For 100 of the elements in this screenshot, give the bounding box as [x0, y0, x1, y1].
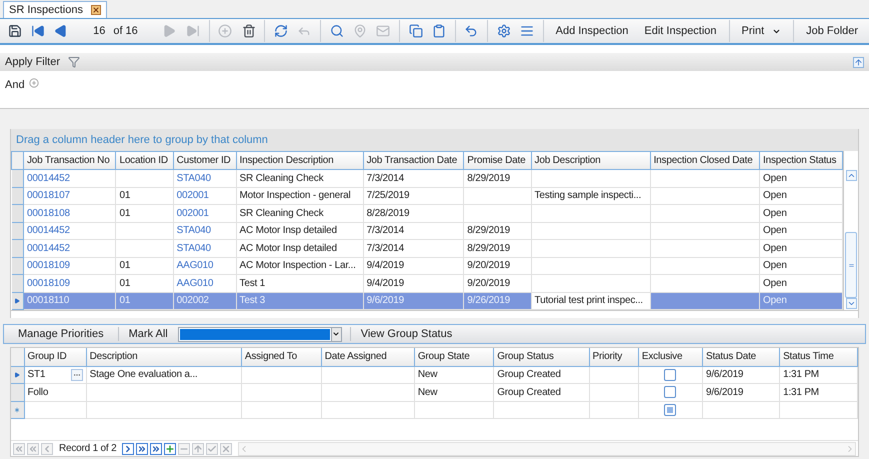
link-cell[interactable]: 00018108: [24, 204, 116, 222]
last-record-button[interactable]: [150, 442, 162, 454]
refresh-icon: [274, 24, 288, 38]
current-row-icon: [14, 298, 20, 304]
apply-filter-label[interactable]: Apply Filter: [5, 54, 60, 70]
table-cell: [116, 240, 174, 257]
column-header[interactable]: Group Status: [494, 348, 590, 366]
undo-icon: [464, 24, 478, 38]
column-header[interactable]: Job Transaction No: [24, 152, 116, 170]
table-cell: 9/4/2019: [363, 274, 464, 292]
add-condition-icon[interactable]: [28, 78, 39, 88]
link-cell[interactable]: STA040: [173, 170, 236, 187]
table-row[interactable]: 00014452 STA040 SR Cleaning Check 7/3/2014 8/29/2019 Open: [12, 170, 842, 187]
table-cell-text: Stage One evaluation a...: [90, 368, 198, 382]
skip-back-icon: [31, 24, 46, 38]
table-cell-text: 1:31 PM: [783, 386, 819, 400]
exclusive-checkbox[interactable]: [664, 368, 676, 381]
table-row[interactable]: 00018109 01 AAG010 AC Motor Inspection - Lar... 9/4/2019 9/20/2019 Open: [12, 257, 842, 274]
column-header[interactable]: Group State: [414, 348, 494, 366]
exclusive-checkbox[interactable]: [664, 404, 676, 416]
table-cell-text: 1:31 PM: [783, 368, 819, 382]
table-cell: Test 1: [236, 274, 364, 292]
table-cell: Tutorial test print inspec...: [531, 292, 650, 310]
column-header[interactable]: Inspection Closed Date: [650, 152, 760, 170]
table-cell: 01: [116, 204, 174, 222]
column-header[interactable]: Description: [86, 348, 242, 366]
table-row[interactable]: 00018108 01 002001 SR Cleaning Check 8/28/2019 Open: [12, 204, 842, 222]
record-position: 16: [93, 24, 106, 39]
column-header[interactable]: Priority: [589, 348, 638, 366]
vertical-scrollbar[interactable]: [843, 151, 858, 310]
link-cell[interactable]: 00014452: [24, 170, 116, 187]
scroll-down-icon[interactable]: [846, 298, 856, 309]
link-cell[interactable]: 00018109: [24, 274, 116, 292]
column-header[interactable]: Inspection Status: [760, 152, 842, 170]
scroll-thumb[interactable]: [845, 232, 857, 298]
toolbar-button[interactable]: Job Folder: [798, 20, 866, 42]
table-row[interactable]: 00018109 01 AAG010 Test 1 9/4/2019 9/20/2019 Open: [12, 274, 842, 292]
table-cell-text: New: [418, 368, 438, 382]
table-cell: 7/3/2014: [363, 240, 464, 257]
table-cell-text: New: [418, 386, 438, 400]
link-cell[interactable]: 002001: [173, 204, 236, 222]
mail-icon: [376, 24, 390, 38]
filter-icon[interactable]: [68, 56, 80, 68]
ellipsis-button[interactable]: [70, 368, 83, 381]
mark-all-combobox[interactable]: [178, 326, 342, 342]
table-cell: SR Cleaning Check: [236, 204, 364, 222]
double-chevron-right-icon: [151, 444, 162, 454]
record-label: Record 1 of 2: [59, 442, 116, 456]
column-header[interactable]: Promise Date: [464, 152, 532, 170]
close-icon[interactable]: [90, 5, 101, 15]
table-cell: [464, 204, 532, 222]
play-icon: [162, 24, 176, 38]
column-header[interactable]: Group ID: [24, 348, 86, 366]
clipboard-icon: [432, 24, 446, 38]
document-tab[interactable]: SR Inspections: [3, 1, 107, 18]
table-cell: SR Cleaning Check: [236, 170, 364, 187]
table-cell: AC Motor Insp detailed: [236, 240, 364, 257]
collapse-icon[interactable]: [853, 56, 864, 68]
table-cell: 8/29/2019: [464, 240, 532, 257]
table-row[interactable]: 00014452 STA040 AC Motor Insp detailed 7/3/2014 8/29/2019 Open: [12, 222, 842, 240]
mark-all-button[interactable]: Mark All: [118, 325, 178, 343]
append-button[interactable]: [164, 442, 176, 454]
pin-icon: [352, 24, 367, 38]
column-header[interactable]: Assigned To: [241, 348, 322, 366]
table-cell: 01: [116, 274, 174, 292]
column-header[interactable]: Date Assigned: [321, 348, 414, 366]
copy-icon: [408, 24, 423, 38]
toolbar-button[interactable]: Add Inspection: [548, 20, 636, 42]
column-header[interactable]: Exclusive: [638, 348, 702, 366]
table-cell: Open: [760, 240, 842, 257]
column-header[interactable]: Job Transaction Date: [363, 152, 464, 170]
table-row[interactable]: 00018107 01 002001 Motor Inspection - general 7/25/2019 Testing sample inspecti... Open: [12, 187, 842, 204]
print-dropdown[interactable]: Print: [734, 20, 790, 42]
table-cell: 8/29/2019: [464, 170, 532, 187]
table-row[interactable]: 00014452 STA040 AC Motor Insp detailed 7/3/2014 8/29/2019 Open: [12, 240, 842, 257]
column-header[interactable]: Status Date: [702, 348, 780, 366]
column-header[interactable]: Inspection Description: [236, 152, 364, 170]
close-icon: [221, 444, 232, 454]
manage-priorities-button[interactable]: Manage Priorities: [4, 325, 118, 343]
view-group-status-button[interactable]: View Group Status: [350, 325, 462, 343]
column-header[interactable]: Status Time: [780, 348, 858, 366]
column-header[interactable]: Job Description: [531, 152, 650, 170]
table-cell: 7/3/2014: [363, 170, 464, 187]
filter-condition[interactable]: And: [5, 77, 25, 94]
double-chevron-left-icon: [14, 444, 24, 454]
next-record-button[interactable]: [122, 442, 134, 454]
current-row-icon: [14, 372, 20, 378]
search-icon: [330, 24, 344, 38]
link-cell[interactable]: STA040: [173, 240, 236, 257]
link-cell[interactable]: AAG010: [173, 274, 236, 292]
link-cell[interactable]: 00014452: [24, 240, 116, 257]
plus-icon: [165, 444, 176, 454]
next-page-button[interactable]: [136, 442, 148, 454]
list-icon: [520, 24, 534, 38]
table-cell-text: Follo: [28, 386, 48, 400]
toolbar-button[interactable]: Edit Inspection: [636, 20, 725, 42]
double-chevron-left-icon: [28, 444, 38, 454]
exclusive-checkbox[interactable]: [664, 386, 676, 398]
skip-forward-icon: [186, 24, 200, 38]
scroll-up-icon[interactable]: [846, 170, 856, 181]
